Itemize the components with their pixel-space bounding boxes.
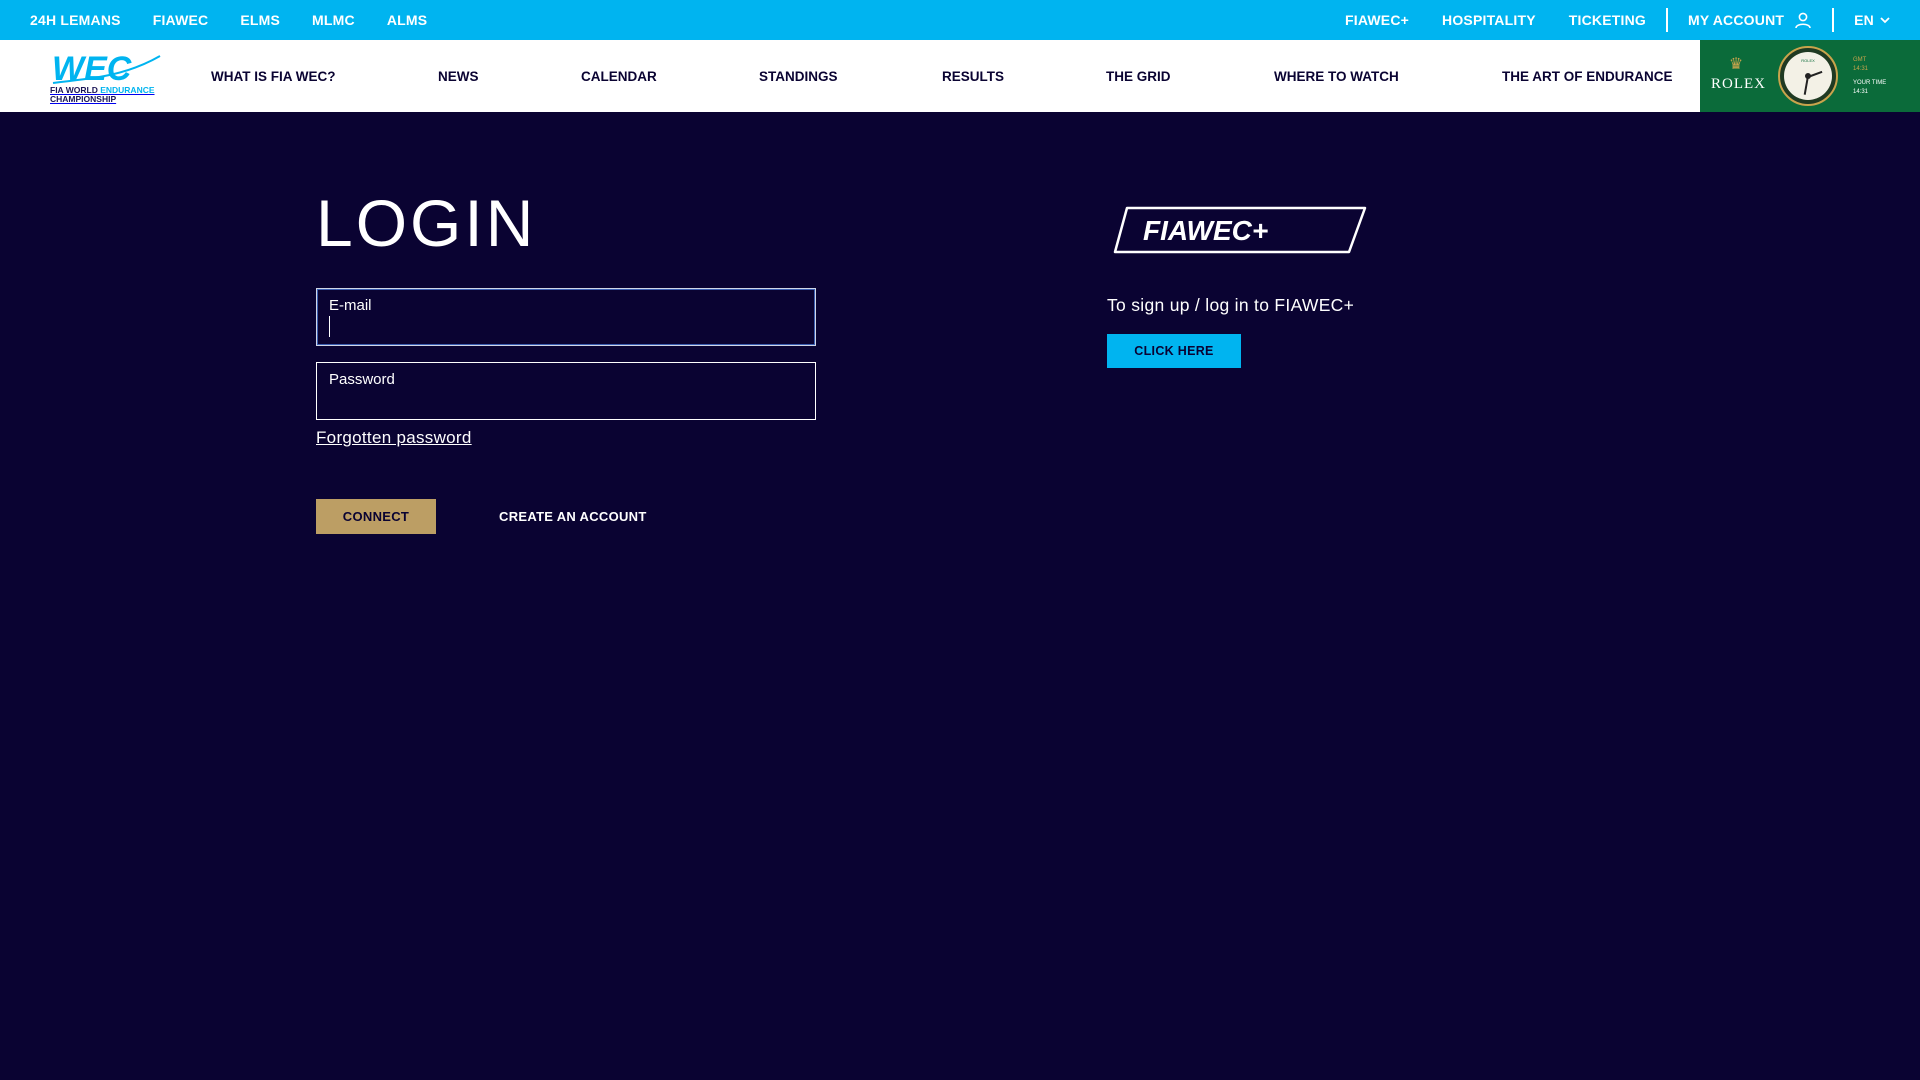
page-title: LOGIN xyxy=(316,186,537,260)
rolex-clock: ROLEX xyxy=(1778,46,1838,106)
email-field[interactable]: E-mail xyxy=(316,288,816,346)
user-icon xyxy=(1795,12,1811,29)
chevron-down-icon xyxy=(1880,17,1890,24)
nav-news[interactable]: NEWS xyxy=(438,69,479,84)
password-field[interactable]: Password xyxy=(316,362,816,420)
forgotten-password-link[interactable]: Forgotten password xyxy=(316,428,472,448)
fiawec-plus-logo: FIAWEC+ xyxy=(1113,206,1367,254)
language-selector[interactable]: EN xyxy=(1854,12,1890,28)
top-utility-bar: 24H LEMANS FIAWEC ELMS MLMC ALMS FIAWEC+… xyxy=(0,0,1920,40)
rolex-times: GMT 14:31 YOUR TIME 14:31 xyxy=(1853,56,1886,96)
rolex-crown-icon: ♛ xyxy=(1728,56,1744,73)
nav-the-art-of-endurance[interactable]: THE ART OF ENDURANCE xyxy=(1502,69,1673,84)
gmt-label: GMT xyxy=(1853,57,1867,63)
gmt-time: 14:31 xyxy=(1853,65,1869,72)
password-label: Password xyxy=(329,371,395,388)
fiawec-plus-signup-text: To sign up / log in to FIAWEC+ xyxy=(1107,295,1355,315)
language-label: EN xyxy=(1854,12,1874,28)
your-time-label: YOUR TIME xyxy=(1853,80,1887,86)
my-account-link[interactable]: MY ACCOUNT xyxy=(1688,11,1812,29)
top-link-24h-lemans[interactable]: 24H LEMANS xyxy=(30,12,121,28)
password-input[interactable] xyxy=(329,391,799,413)
nav-calendar[interactable]: CALENDAR xyxy=(581,69,657,84)
logo-subtitle-championship: CHAMPIONSHIP xyxy=(50,94,117,104)
your-time: 14:31 xyxy=(1853,88,1869,95)
divider xyxy=(1832,8,1835,32)
top-link-alms[interactable]: ALMS xyxy=(387,12,427,28)
main-navigation: WEC FIA WORLD ENDURANCE CHAMPIONSHIP WHA… xyxy=(0,40,1920,112)
top-link-fiawec[interactable]: FIAWEC xyxy=(153,12,209,28)
top-link-fiawec-plus[interactable]: FIAWEC+ xyxy=(1345,12,1409,28)
top-left-links: 24H LEMANS FIAWEC ELMS MLMC ALMS xyxy=(0,12,427,28)
email-label: E-mail xyxy=(329,297,372,314)
clock-face: ROLEX xyxy=(1784,52,1832,100)
fiawec-plus-logo-text: FIAWEC+ xyxy=(1143,215,1268,246)
divider xyxy=(1666,8,1669,32)
nav-standings[interactable]: STANDINGS xyxy=(759,69,838,84)
clock-dial-brand: ROLEX xyxy=(1801,58,1815,63)
rolex-clock-widget[interactable]: ♛ ROLEX ROLEX GMT 14:31 YOUR TIME 14:31 xyxy=(1700,40,1920,112)
connect-button[interactable]: CONNECT xyxy=(316,499,436,534)
create-account-link[interactable]: CREATE AN ACCOUNT xyxy=(499,509,647,524)
top-link-ticketing[interactable]: TICKETING xyxy=(1569,12,1646,28)
top-link-elms[interactable]: ELMS xyxy=(240,12,280,28)
clock-center xyxy=(1805,73,1811,79)
my-account-label: MY ACCOUNT xyxy=(1688,12,1785,28)
nav-where-to-watch[interactable]: WHERE TO WATCH xyxy=(1274,69,1399,84)
rolex-brand: ROLEX xyxy=(1711,76,1766,92)
email-input[interactable] xyxy=(329,317,799,339)
click-here-button[interactable]: CLICK HERE xyxy=(1107,334,1241,368)
logo-wordmark: WEC xyxy=(52,50,132,86)
wec-wordmark-logo: WEC xyxy=(52,50,161,86)
top-link-mlmc[interactable]: MLMC xyxy=(312,12,355,28)
nav-the-grid[interactable]: THE GRID xyxy=(1106,69,1171,84)
wec-logo[interactable]: WEC FIA WORLD ENDURANCE CHAMPIONSHIP xyxy=(50,50,166,104)
nav-what-is-fia-wec[interactable]: WHAT IS FIA WEC? xyxy=(211,69,335,84)
top-right-links: FIAWEC+ HOSPITALITY TICKETING MY ACCOUNT… xyxy=(1312,8,1920,32)
top-link-hospitality[interactable]: HOSPITALITY xyxy=(1442,12,1536,28)
nav-results[interactable]: RESULTS xyxy=(942,69,1004,84)
